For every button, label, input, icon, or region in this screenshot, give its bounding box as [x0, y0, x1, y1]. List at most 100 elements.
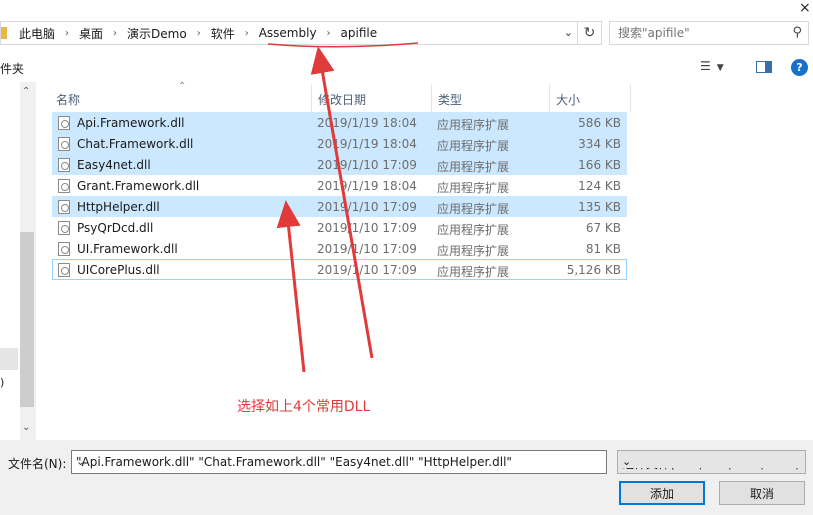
file-size: 5,126 KB: [566, 263, 621, 277]
file-date: 2019/1/10 17:09: [317, 263, 417, 277]
caret-down-icon: ▼: [716, 63, 724, 73]
new-folder-button[interactable]: 件夹: [0, 60, 24, 77]
file-size: 334 KB: [578, 137, 621, 151]
crumb-assembly[interactable]: Assembly: [255, 26, 321, 40]
scroll-up-icon[interactable]: ⌃: [22, 86, 30, 97]
file-row[interactable]: Api.Framework.dll 2019/1/19 18:04 应用程序扩展 58…: [52, 112, 627, 133]
file-date: 2019/1/10 17:09: [317, 221, 417, 235]
file-date: 2019/1/10 17:09: [317, 158, 417, 172]
dll-file-icon: [58, 158, 70, 172]
dll-file-icon: [58, 200, 70, 214]
column-divider[interactable]: [549, 84, 550, 112]
column-divider[interactable]: [311, 84, 312, 112]
help-icon[interactable]: ?: [791, 59, 808, 76]
breadcrumb: 此电脑 › 桌面 › 演示Demo › 软件 › Assembly › apif…: [1, 22, 381, 44]
chevron-down-icon[interactable]: ⌄: [76, 455, 602, 468]
filename-label: 文件名(N):: [8, 457, 67, 471]
column-header-row: ⌃ 名称 修改日期 类型 大小: [52, 81, 632, 112]
file-list: ⌃ 名称 修改日期 类型 大小 Api.Framework.dll 2019/1/…: [52, 81, 632, 280]
cancel-button[interactable]: 取消: [719, 481, 805, 505]
file-size: 166 KB: [578, 158, 621, 172]
dll-file-icon: [58, 263, 70, 277]
scroll-down-icon[interactable]: ⌄: [22, 422, 30, 433]
file-size: 124 KB: [578, 179, 621, 193]
refresh-button[interactable]: ↻: [578, 21, 602, 45]
preview-pane-icon[interactable]: [756, 61, 772, 73]
nav-selected-item[interactable]: [0, 348, 18, 370]
file-name[interactable]: HttpHelper.dll: [77, 200, 160, 214]
dll-file-icon: [58, 137, 70, 151]
chevron-right-icon[interactable]: ›: [191, 28, 207, 39]
file-name[interactable]: Grant.Framework.dll: [77, 179, 199, 193]
address-bar[interactable]: 此电脑 › 桌面 › 演示Demo › 软件 › Assembly › apif…: [0, 21, 578, 45]
file-row[interactable]: PsyQrDcd.dll 2019/1/10 17:09 应用程序扩展 67 KB: [52, 217, 627, 238]
file-type: 应用程序扩展: [437, 118, 510, 132]
file-row[interactable]: Chat.Framework.dll 2019/1/19 18:04 应用程序扩展 3…: [52, 133, 627, 154]
file-type-select[interactable]: 组件文件(*.dll;*.tlb;*.olb;*.ocx; ⌄: [617, 450, 806, 474]
chevron-right-icon[interactable]: ›: [321, 28, 337, 39]
nav-scrollbar-thumb[interactable]: [20, 232, 34, 407]
view-options-button[interactable]: ☰ ▼: [700, 59, 724, 73]
column-divider[interactable]: [431, 84, 432, 112]
file-date: 2019/1/19 18:04: [317, 137, 417, 151]
file-type: 应用程序扩展: [437, 160, 510, 174]
file-name[interactable]: Easy4net.dll: [77, 158, 151, 172]
file-row[interactable]: HttpHelper.dll 2019/1/10 17:09 应用程序扩展 135 K…: [52, 196, 627, 217]
search-icon[interactable]: ⚲: [792, 25, 802, 40]
crumb-this-pc[interactable]: 此电脑: [15, 25, 59, 42]
dll-file-icon: [58, 221, 70, 235]
column-type[interactable]: 类型: [438, 91, 462, 108]
dll-file-icon: [58, 116, 70, 130]
file-date: 2019/1/10 17:09: [317, 200, 417, 214]
file-date: 2019/1/19 18:04: [317, 116, 417, 130]
search-input[interactable]: [610, 22, 780, 44]
view-list-icon: ☰: [700, 59, 711, 73]
chevron-right-icon[interactable]: ›: [107, 28, 123, 39]
file-type: 应用程序扩展: [437, 139, 510, 153]
file-name[interactable]: Api.Framework.dll: [77, 116, 185, 130]
navigation-pane[interactable]: ) ⌃ ⌄: [0, 82, 36, 440]
file-name[interactable]: UICorePlus.dll: [77, 263, 160, 277]
crumb-demo[interactable]: 演示Demo: [123, 25, 191, 42]
search-box[interactable]: ⚲: [609, 21, 809, 45]
add-button[interactable]: 添加: [619, 481, 705, 505]
file-type: 应用程序扩展: [437, 181, 510, 195]
chevron-down-icon[interactable]: ⌄: [564, 26, 573, 39]
file-name[interactable]: Chat.Framework.dll: [77, 137, 193, 151]
dll-file-icon: [58, 179, 70, 193]
column-divider[interactable]: [630, 84, 631, 112]
close-icon[interactable]: ×: [799, 0, 811, 16]
file-name[interactable]: UI.Framework.dll: [77, 242, 178, 256]
file-type: 应用程序扩展: [437, 223, 510, 237]
crumb-software[interactable]: 软件: [207, 25, 239, 42]
filename-field[interactable]: "Api.Framework.dll" "Chat.Framework.dll"…: [71, 450, 607, 474]
toolbar: 件夹 ☰ ▼ ?: [0, 52, 813, 82]
annotation-text: 选择如上4个常用DLL: [237, 399, 371, 415]
file-size: 67 KB: [585, 221, 621, 235]
file-date: 2019/1/19 18:04: [317, 179, 417, 193]
file-size: 135 KB: [578, 200, 621, 214]
column-size[interactable]: 大小: [556, 91, 580, 108]
file-size: 586 KB: [578, 116, 621, 130]
chevron-down-icon[interactable]: ⌄: [622, 455, 801, 468]
crumb-apifile[interactable]: apifile: [337, 26, 382, 40]
file-row[interactable]: Grant.Framework.dll 2019/1/19 18:04 应用程序扩展…: [52, 175, 627, 196]
file-name[interactable]: PsyQrDcd.dll: [77, 221, 153, 235]
folder-icon: [1, 27, 7, 39]
file-type: 应用程序扩展: [437, 244, 510, 258]
column-date[interactable]: 修改日期: [318, 91, 366, 108]
crumb-desktop[interactable]: 桌面: [75, 25, 107, 42]
file-date: 2019/1/10 17:09: [317, 242, 417, 256]
file-row[interactable]: UI.Framework.dll 2019/1/10 17:09 应用程序扩展 81 …: [52, 238, 627, 259]
dll-file-icon: [58, 242, 70, 256]
dialog-footer: 文件名(N): "Api.Framework.dll" "Chat.Framew…: [0, 440, 813, 515]
chevron-right-icon[interactable]: ›: [59, 28, 75, 39]
file-row[interactable]: UICorePlus.dll 2019/1/10 17:09 应用程序扩展 5,126…: [52, 259, 627, 280]
column-name[interactable]: 名称: [56, 91, 80, 108]
refresh-icon: ↻: [583, 25, 596, 41]
nav-item-fragment: ): [0, 376, 5, 389]
file-row[interactable]: Easy4net.dll 2019/1/10 17:09 应用程序扩展 166 KB: [52, 154, 627, 175]
chevron-right-icon[interactable]: ›: [239, 28, 255, 39]
file-type: 应用程序扩展: [437, 265, 510, 279]
file-type: 应用程序扩展: [437, 202, 510, 216]
